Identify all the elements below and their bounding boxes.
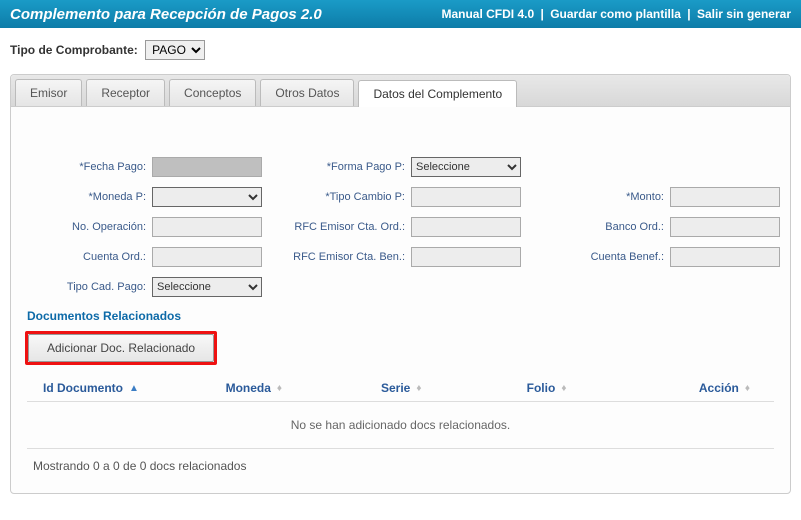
select-tipo-cad-pago[interactable]: Seleccione	[152, 277, 262, 297]
docs-table: Id Documento ▲ Moneda ♦ Serie ♦ Folio ♦ …	[27, 375, 774, 477]
input-cuenta-benef[interactable]	[670, 247, 780, 267]
field-tipo-cambio: *Tipo Cambio P:	[280, 187, 521, 207]
label-tipo-cambio: *Tipo Cambio P:	[315, 191, 405, 203]
input-no-operacion[interactable]	[152, 217, 262, 237]
sort-icon: ♦	[416, 383, 421, 394]
input-monto[interactable]	[670, 187, 780, 207]
col-accion-label: Acción	[699, 381, 739, 395]
tab-receptor[interactable]: Receptor	[86, 79, 165, 106]
sort-icon: ♦	[561, 383, 566, 394]
input-fecha-pago[interactable]	[152, 157, 262, 177]
link-exit[interactable]: Salir sin generar	[697, 7, 791, 21]
tab-conceptos[interactable]: Conceptos	[169, 79, 256, 106]
field-tipo-cad-pago: Tipo Cad. Pago: Seleccione	[21, 277, 262, 297]
tab-emisor[interactable]: Emisor	[15, 79, 82, 106]
label-tipo-cad-pago: Tipo Cad. Pago:	[56, 281, 146, 293]
field-cuenta-benef: Cuenta Benef.:	[539, 247, 780, 267]
add-doc-button[interactable]: Adicionar Doc. Relacionado	[28, 334, 214, 362]
col-folio[interactable]: Folio ♦	[527, 381, 673, 395]
tipo-label: Tipo de Comprobante:	[10, 43, 138, 57]
col-folio-label: Folio	[527, 381, 556, 395]
field-banco-ord: Banco Ord.:	[539, 217, 780, 237]
select-forma-pago[interactable]: Seleccione	[411, 157, 521, 177]
tab-datos-complemento[interactable]: Datos del Complemento	[358, 80, 517, 107]
input-tipo-cambio[interactable]	[411, 187, 521, 207]
page-title: Complemento para Recepción de Pagos 2.0	[10, 6, 322, 23]
col-accion[interactable]: Acción ♦	[672, 381, 770, 395]
label-cuenta-ord: Cuenta Ord.:	[56, 251, 146, 263]
table-footer: Mostrando 0 a 0 de 0 docs relacionados	[27, 449, 774, 477]
tipo-select[interactable]: PAGO	[145, 40, 205, 60]
sort-icon: ♦	[745, 383, 750, 394]
label-banco-ord: Banco Ord.:	[574, 221, 664, 233]
label-no-operacion: No. Operación:	[56, 221, 146, 233]
field-no-operacion: No. Operación:	[21, 217, 262, 237]
tab-otros-datos[interactable]: Otros Datos	[260, 79, 354, 106]
table-empty-msg: No se han adicionado docs relacionados.	[27, 402, 774, 449]
label-monto: *Monto:	[574, 191, 664, 203]
sort-icon: ♦	[277, 383, 282, 394]
tipo-comprobante-row: Tipo de Comprobante: PAGO	[0, 28, 801, 68]
field-forma-pago: *Forma Pago P: Seleccione	[280, 157, 521, 177]
form-area: *Fecha Pago: *Forma Pago P: Seleccione .…	[11, 107, 790, 487]
tab-bar: Emisor Receptor Conceptos Otros Datos Da…	[11, 75, 790, 107]
header-links: Manual CFDI 4.0 | Guardar como plantilla…	[441, 7, 791, 21]
form-grid: *Fecha Pago: *Forma Pago P: Seleccione .…	[21, 157, 780, 297]
field-cuenta-ord: Cuenta Ord.:	[21, 247, 262, 267]
select-moneda[interactable]	[152, 187, 262, 207]
field-moneda: *Moneda P:	[21, 187, 262, 207]
input-cuenta-ord[interactable]	[152, 247, 262, 267]
field-rfc-emisor-ord: RFC Emisor Cta. Ord.:	[280, 217, 521, 237]
label-moneda: *Moneda P:	[56, 191, 146, 203]
col-moneda[interactable]: Moneda ♦	[226, 381, 381, 395]
field-fecha-pago: *Fecha Pago:	[21, 157, 262, 177]
sort-asc-icon: ▲	[129, 383, 139, 394]
col-moneda-label: Moneda	[226, 381, 271, 395]
separator: |	[687, 7, 690, 21]
col-serie[interactable]: Serie ♦	[381, 381, 527, 395]
label-rfc-emisor-ord: RFC Emisor Cta. Ord.:	[294, 221, 405, 233]
link-save-template[interactable]: Guardar como plantilla	[550, 7, 681, 21]
col-id-documento[interactable]: Id Documento ▲	[31, 381, 226, 395]
col-serie-label: Serie	[381, 381, 410, 395]
label-fecha-pago: *Fecha Pago:	[56, 161, 146, 173]
field-rfc-emisor-ben: RFC Emisor Cta. Ben.:	[280, 247, 521, 267]
input-rfc-emisor-ord[interactable]	[411, 217, 521, 237]
section-docs-title: Documentos Relacionados	[27, 309, 780, 323]
add-doc-highlight: Adicionar Doc. Relacionado	[25, 331, 217, 365]
link-manual[interactable]: Manual CFDI 4.0	[441, 7, 534, 21]
input-banco-ord[interactable]	[670, 217, 780, 237]
header-bar: Complemento para Recepción de Pagos 2.0 …	[0, 0, 801, 28]
field-monto: *Monto:	[539, 187, 780, 207]
main-panel: Emisor Receptor Conceptos Otros Datos Da…	[10, 74, 791, 494]
separator: |	[541, 7, 544, 21]
label-cuenta-benef: Cuenta Benef.:	[574, 251, 664, 263]
table-header: Id Documento ▲ Moneda ♦ Serie ♦ Folio ♦ …	[27, 375, 774, 402]
col-id-label: Id Documento	[43, 381, 123, 395]
label-forma-pago: *Forma Pago P:	[315, 161, 405, 173]
input-rfc-emisor-ben[interactable]	[411, 247, 521, 267]
label-rfc-emisor-ben: RFC Emisor Cta. Ben.:	[293, 251, 405, 263]
